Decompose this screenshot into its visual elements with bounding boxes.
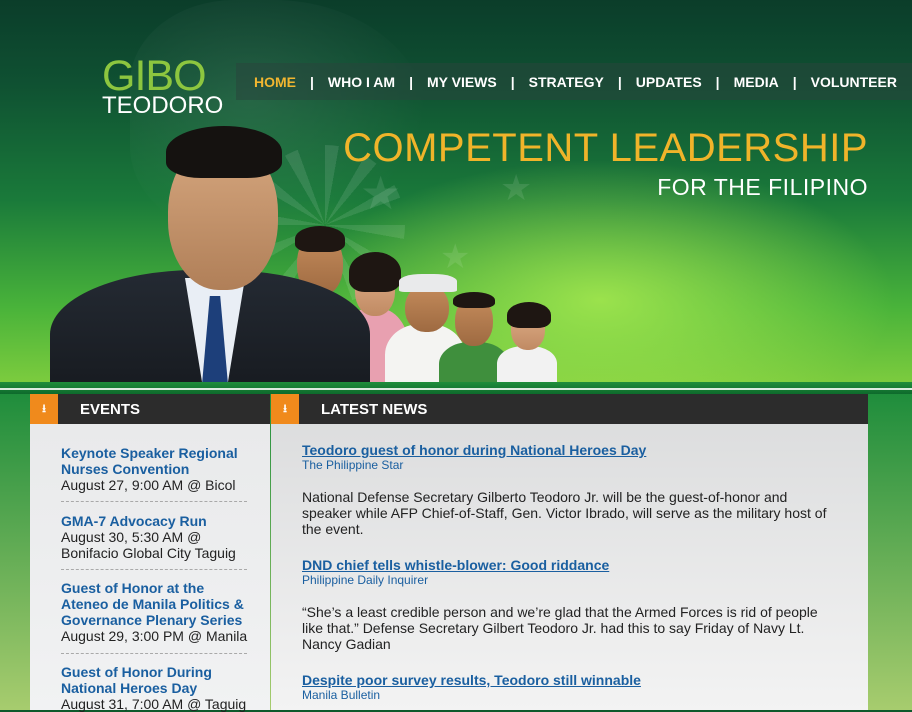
news-summary: National Defense Secretary Gilberto Teod…: [302, 489, 827, 537]
star-icon: ★: [360, 167, 402, 219]
news-title-link[interactable]: Despite poor survey results, Teodoro sti…: [302, 672, 842, 688]
nav-separator: |: [715, 73, 720, 90]
site-logo[interactable]: GIBO TEODORO: [102, 52, 224, 119]
event-title[interactable]: Guest of Honor During National Heroes Da…: [61, 664, 251, 696]
main-navigation: HOME | WHO I AM | MY VIEWS | STRATEGY | …: [236, 63, 912, 100]
logo-text-teodoro: TEODORO: [102, 92, 224, 119]
event-item[interactable]: GMA-7 Advocacy Run August 30, 5:30 AM @ …: [61, 513, 251, 561]
event-item[interactable]: Guest of Honor During National Heroes Da…: [61, 664, 251, 712]
nav-separator: |: [792, 73, 797, 90]
nav-media[interactable]: MEDIA: [734, 74, 779, 90]
events-header: ⭳ EVENTS: [30, 394, 270, 424]
nav-separator: |: [310, 73, 314, 90]
nav-strategy[interactable]: STRATEGY: [529, 74, 604, 90]
news-item: DND chief tells whistle-blower: Good rid…: [302, 557, 842, 587]
event-item[interactable]: Guest of Honor at the Ateneo de Manila P…: [61, 580, 251, 644]
latest-news-panel: ⭳ LATEST NEWS Teodoro guest of honor dur…: [271, 394, 868, 710]
event-meta: August 29, 3:00 PM @ Manila: [61, 628, 248, 644]
logo-text-gibo: GIBO: [102, 52, 207, 100]
news-item: Teodoro guest of honor during National H…: [302, 442, 842, 472]
event-divider: [61, 501, 247, 502]
star-icon: ★: [500, 167, 533, 208]
news-header: ⭳ LATEST NEWS: [271, 394, 868, 424]
nav-my-views[interactable]: MY VIEWS: [427, 74, 497, 90]
event-meta: August 27, 9:00 AM @ Bicol: [61, 477, 236, 493]
hero-headline: COMPETENT LEADERSHIP: [343, 126, 868, 170]
news-title-link[interactable]: DND chief tells whistle-blower: Good rid…: [302, 557, 842, 573]
event-title[interactable]: Keynote Speaker Regional Nurses Conventi…: [61, 445, 251, 477]
nav-who-i-am[interactable]: WHO I AM: [328, 74, 395, 90]
news-summary: “She’s a least credible person and we’re…: [302, 604, 818, 652]
star-icon: ★: [440, 238, 471, 276]
events-panel: ⭳ EVENTS Keynote Speaker Regional Nurses…: [30, 394, 270, 712]
event-divider: [61, 653, 247, 654]
news-source: Manila Bulletin: [302, 688, 381, 702]
event-title[interactable]: Guest of Honor at the Ateneo de Manila P…: [61, 580, 251, 628]
nav-separator: |: [409, 73, 413, 90]
event-meta: August 30, 5:30 AM @ Bonifacio Global Ci…: [61, 529, 236, 561]
news-header-title: LATEST NEWS: [321, 401, 428, 418]
news-title-link[interactable]: Teodoro guest of honor during National H…: [302, 442, 842, 458]
news-source: Philippine Daily Inquirer: [302, 573, 429, 587]
news-item: Despite poor survey results, Teodoro sti…: [302, 672, 842, 702]
nav-separator: |: [510, 73, 515, 90]
event-title[interactable]: GMA-7 Advocacy Run: [61, 513, 251, 529]
divider-line: [0, 388, 912, 390]
rss-feed-icon[interactable]: ⭳: [271, 394, 299, 424]
events-header-title: EVENTS: [80, 401, 141, 418]
hero-subheadline: FOR THE FILIPINO: [657, 174, 868, 200]
event-divider: [61, 569, 247, 570]
rss-feed-icon[interactable]: ⭳: [30, 394, 58, 424]
hero-banner: ★ ★ ★ GIBO TEODORO HOME | WHO I AM | MY …: [0, 0, 912, 384]
event-item[interactable]: Keynote Speaker Regional Nurses Conventi…: [61, 445, 251, 493]
nav-home[interactable]: HOME: [254, 74, 296, 90]
nav-separator: |: [617, 73, 622, 90]
nav-updates[interactable]: UPDATES: [636, 74, 702, 90]
news-source: The Philippine Star: [302, 458, 404, 472]
nav-volunteer[interactable]: VOLUNTEER: [811, 74, 897, 90]
